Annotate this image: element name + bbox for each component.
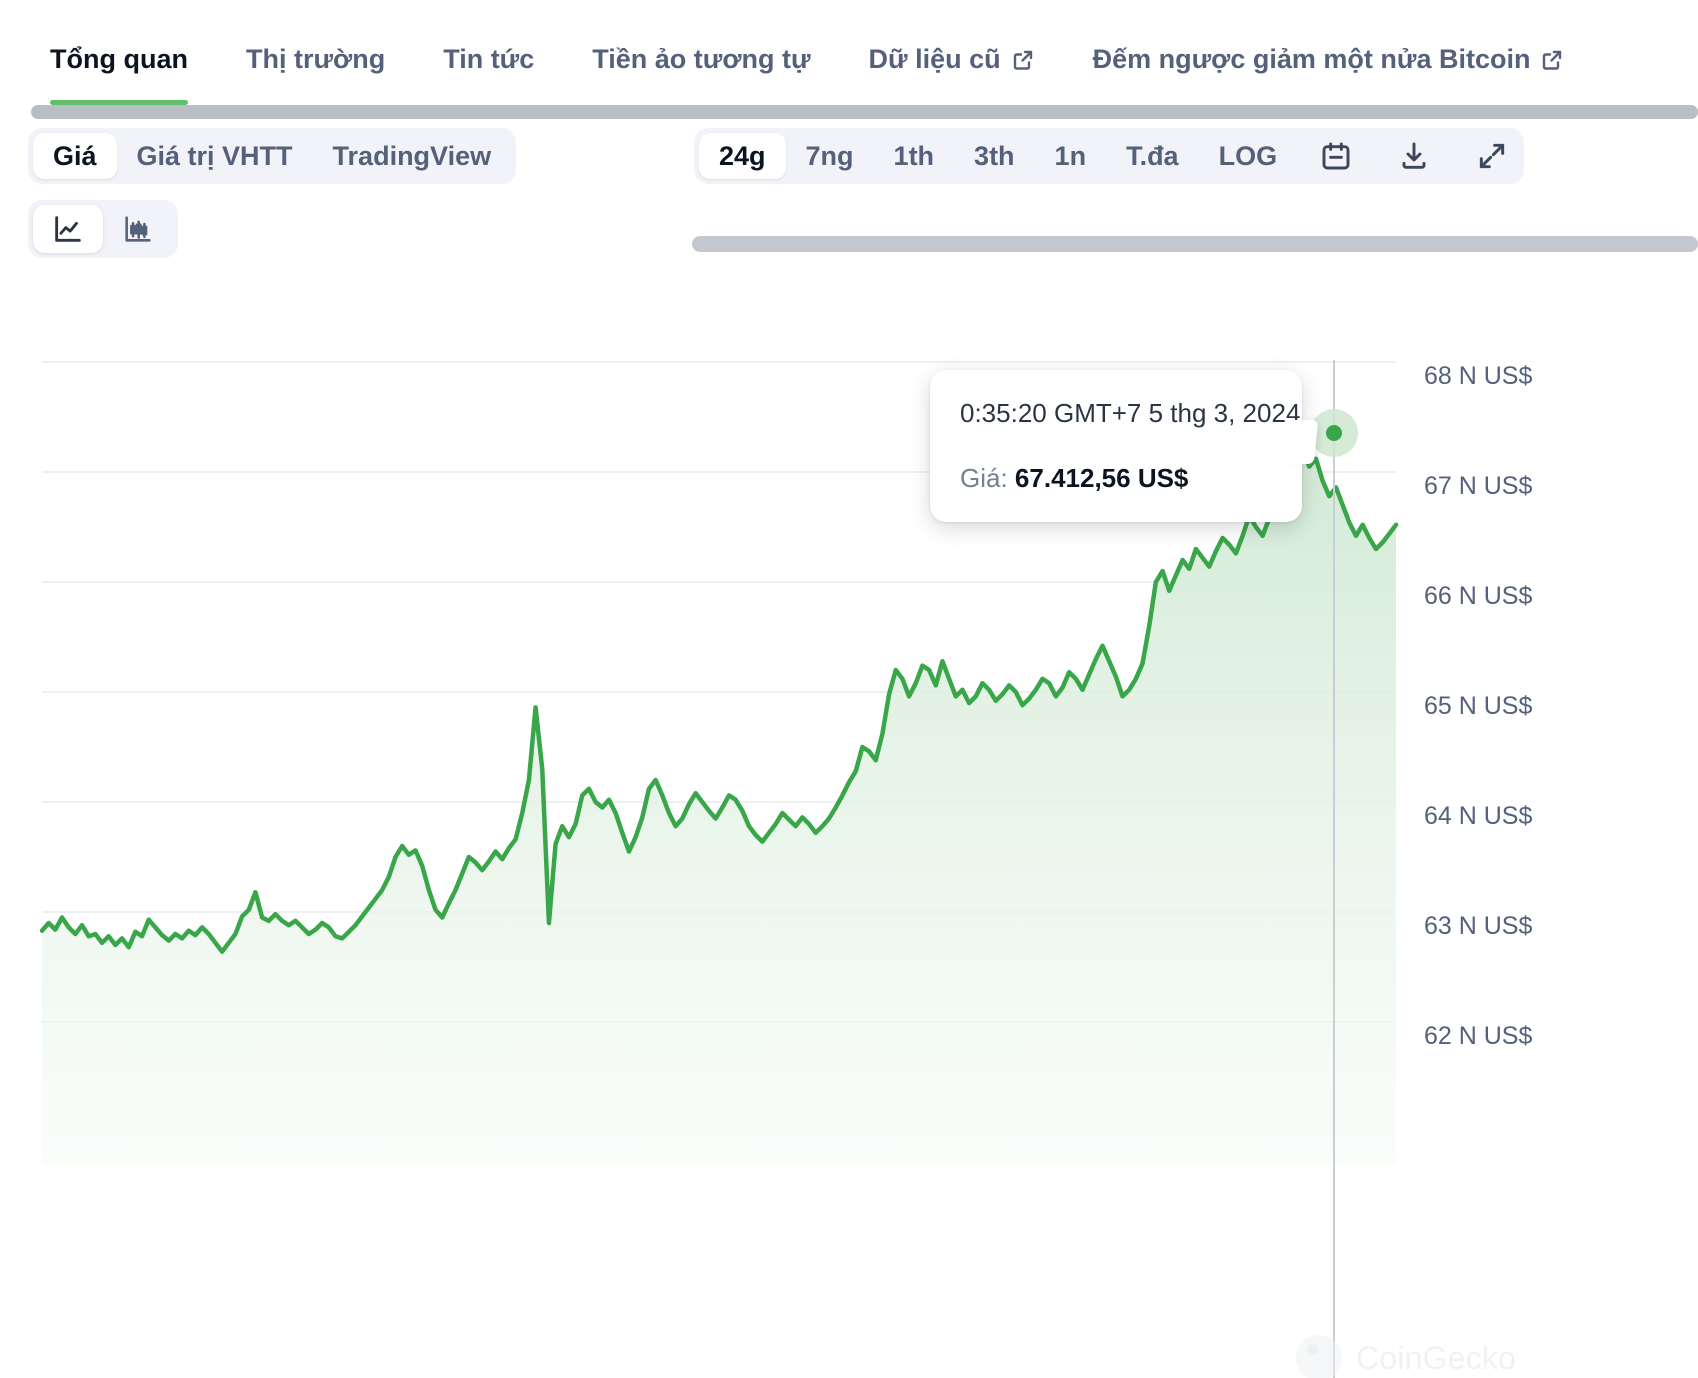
external-link-icon — [1011, 48, 1035, 72]
y-axis-label: 62 N US$ — [1424, 1022, 1533, 1050]
calendar-icon[interactable] — [1309, 133, 1363, 179]
price-chart-svg — [39, 360, 1399, 1378]
range-label: 24g — [719, 140, 766, 171]
range-label: 3th — [974, 140, 1015, 171]
main-tab-bar: Tổng quan Thị trường Tin tức Tiền ảo tươ… — [0, 0, 1698, 105]
range-24g-button[interactable]: 24g — [699, 133, 786, 179]
range-label: LOG — [1218, 140, 1278, 171]
coingecko-logo-icon — [1296, 1335, 1342, 1378]
highlight-point — [1326, 425, 1342, 441]
tooltip-price-value: 67.412,56 US$ — [1014, 463, 1189, 493]
range-1th-button[interactable]: 1th — [874, 133, 955, 179]
metric-label: Giá — [53, 140, 97, 171]
tab-bar-scrollbar[interactable] — [31, 105, 1698, 119]
tooltip-price-row: Giá: 67.412,56 US$ — [960, 463, 1272, 494]
y-axis-label: 64 N US$ — [1424, 802, 1533, 830]
tab-thi-truong[interactable]: Thị trường — [246, 44, 385, 105]
tab-tien-ao-tuong-tu[interactable]: Tiền ảo tương tự — [592, 44, 810, 105]
time-range-segmented-control: 24g 7ng 1th 3th 1n T.đa LOG — [694, 128, 1525, 184]
chart-type-segmented-control — [28, 200, 178, 258]
metric-gia-tri-vhtt-button[interactable]: Giá trị VHTT — [117, 133, 313, 179]
candlestick-chart-icon[interactable] — [103, 205, 173, 253]
price-area-fill — [42, 426, 1396, 1165]
metric-gia-button[interactable]: Giá — [33, 133, 117, 179]
tab-label: Đếm ngược giảm một nửa Bitcoin — [1092, 44, 1531, 74]
y-axis-label: 68 N US$ — [1424, 362, 1533, 390]
metric-tradingview-button[interactable]: TradingView — [313, 133, 512, 179]
tab-label: Tin tức — [443, 44, 535, 74]
watermark-text: CoinGecko — [1356, 1339, 1517, 1376]
tab-tong-quan[interactable]: Tổng quan — [50, 44, 188, 105]
y-axis-label: 67 N US$ — [1424, 472, 1533, 500]
price-chart[interactable]: 68 N US$ 67 N US$ 66 N US$ 65 N US$ 64 N… — [0, 285, 1698, 1378]
tooltip-tail — [1283, 420, 1319, 464]
metric-label: Giá trị VHTT — [136, 140, 293, 171]
coingecko-watermark: CoinGecko — [1296, 1335, 1516, 1378]
tooltip-timestamp: 0:35:20 GMT+7 5 thg 3, 2024 — [960, 398, 1301, 428]
line-chart-icon[interactable] — [33, 205, 103, 253]
coingecko-price-chart-page: Tổng quan Thị trường Tin tức Tiền ảo tươ… — [0, 0, 1698, 1378]
range-tda-button[interactable]: T.đa — [1106, 133, 1199, 179]
range-label: T.đa — [1126, 140, 1179, 171]
range-label: 7ng — [805, 140, 854, 171]
tab-label: Thị trường — [245, 44, 386, 74]
y-axis-label: 63 N US$ — [1424, 912, 1533, 940]
tab-tin-tuc[interactable]: Tin tức — [443, 44, 534, 105]
range-label: 1n — [1054, 140, 1087, 171]
range-1n-button[interactable]: 1n — [1035, 133, 1107, 179]
chart-controls: Giá Giá trị VHTT TradingView 24g 7ng 1th… — [0, 128, 1698, 258]
chart-horizontal-scrollbar[interactable] — [692, 236, 1698, 252]
download-icon[interactable] — [1387, 133, 1441, 179]
chart-tooltip: 0:35:20 GMT+7 5 thg 3, 2024 Giá: 67.412,… — [930, 370, 1319, 522]
y-axis-label: 65 N US$ — [1424, 692, 1533, 720]
metric-label: TradingView — [332, 140, 492, 171]
range-3th-button[interactable]: 3th — [954, 133, 1035, 179]
y-axis-label: 66 N US$ — [1424, 582, 1533, 610]
expand-icon[interactable] — [1465, 133, 1519, 179]
range-log-button[interactable]: LOG — [1199, 133, 1298, 179]
tab-du-lieu-cu[interactable]: Dữ liệu cũ — [869, 44, 1035, 105]
tab-label: Tổng quan — [50, 44, 188, 74]
external-link-icon — [1540, 48, 1564, 72]
tab-label: Dữ liệu cũ — [868, 44, 1001, 74]
range-label: 1th — [893, 140, 935, 171]
range-7ng-button[interactable]: 7ng — [786, 133, 874, 179]
tooltip-price-label: Giá: — [960, 463, 1008, 493]
chart-metric-segmented-control: Giá Giá trị VHTT TradingView — [28, 128, 517, 184]
tab-label: Tiền ảo tương tự — [592, 44, 811, 74]
tab-dem-nguoc-giam-mot-nua-bitcoin[interactable]: Đếm ngược giảm một nửa Bitcoin — [1093, 44, 1565, 105]
